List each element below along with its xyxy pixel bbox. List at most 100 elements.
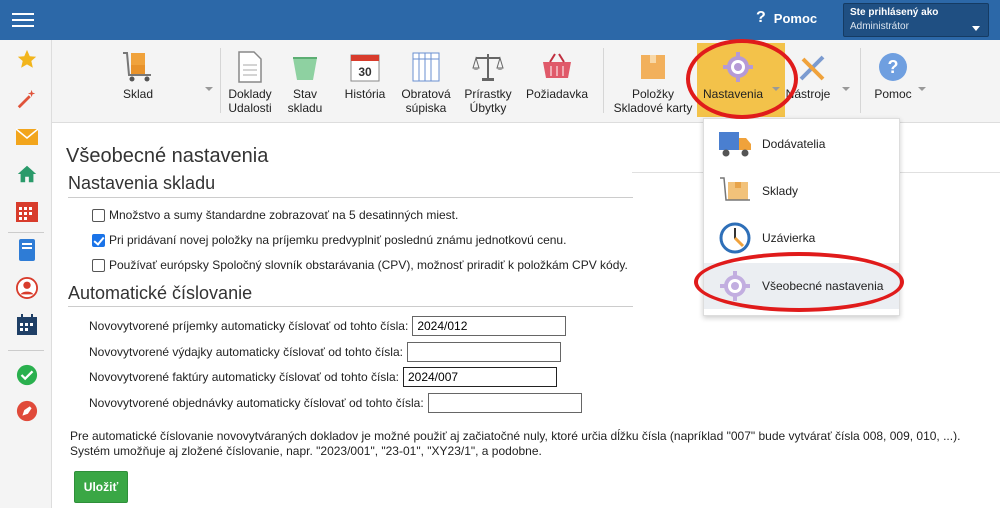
checkbox-row: Používať európsky Spoločný slovník obsta… xyxy=(92,258,628,272)
toolbar-nastavenia[interactable]: Nastavenia xyxy=(703,50,773,101)
numbering-row: Novovytvorené objednávky automaticky čís… xyxy=(89,393,582,413)
decimal-checkbox[interactable] xyxy=(92,208,105,222)
truck-icon xyxy=(718,127,752,161)
dropdown-item-uzavierka[interactable]: Uzávierka xyxy=(704,216,899,260)
checkbox-row: Pri pridávaní novej položky na príjemku … xyxy=(92,233,566,247)
note-line: Pre automatické číslovanie novovytváraný… xyxy=(70,429,961,443)
toolbar-label: Obratová súpiska xyxy=(401,87,451,115)
vydajky-number-input[interactable] xyxy=(406,342,561,362)
cpv-checkbox[interactable] xyxy=(92,258,105,272)
svg-text:?: ? xyxy=(888,57,899,77)
toolbar-historia[interactable]: 30 História xyxy=(342,50,388,101)
toolbar-obratova-supiska[interactable]: Obratová súpiska xyxy=(398,50,454,115)
toolbar-pomoc[interactable]: ? Pomoc xyxy=(870,50,916,101)
toolbar-label: Požiadavka xyxy=(525,87,589,101)
schedule-icon[interactable] xyxy=(16,314,38,336)
chevron-down-icon[interactable] xyxy=(918,87,926,91)
help-icon: ? xyxy=(875,50,911,84)
check-circle-icon[interactable] xyxy=(16,364,38,386)
section-title-cislovanie: Automatické číslovanie xyxy=(68,283,253,303)
box-icon xyxy=(635,50,671,84)
faktury-number-input[interactable] xyxy=(402,367,557,387)
dropdown-label: Všeobecné nastavenia xyxy=(762,279,884,293)
user-name: Administrátor xyxy=(850,21,909,32)
stock-icon xyxy=(287,50,323,84)
document-icon xyxy=(232,50,268,84)
toolbar-polozky[interactable]: Položky Skladové karty xyxy=(608,50,698,115)
numbering-note: Pre automatické číslovanie novovytváraný… xyxy=(70,429,990,459)
numbering-label: Novovytvorené príjemky automaticky číslo… xyxy=(89,319,409,333)
toolbar-poziadavka[interactable]: Požiadavka xyxy=(522,50,592,101)
table-icon xyxy=(408,50,444,84)
gear-icon xyxy=(720,50,756,84)
tools-icon xyxy=(795,50,831,84)
checkbox-label: Používať európsky Spoločný slovník obsta… xyxy=(109,258,628,272)
basket-icon xyxy=(539,50,575,84)
cart-icon xyxy=(120,50,156,84)
home-icon[interactable] xyxy=(16,163,38,185)
mail-icon[interactable] xyxy=(16,126,38,148)
toolbar-nastroje[interactable]: Nástroje xyxy=(785,50,841,101)
magic-wand-icon[interactable] xyxy=(16,88,38,110)
dropdown-item-vseobecne-nastavenia[interactable]: Všeobecné nastavenia xyxy=(704,263,899,309)
pen-circle-icon[interactable] xyxy=(16,400,38,422)
numbering-row: Novovytvorené výdajky automaticky číslov… xyxy=(89,342,561,362)
question-icon: ? xyxy=(756,9,766,26)
user-menu[interactable]: Ste prihlásený ako Administrátor xyxy=(843,3,989,37)
page-title: Všeobecné nastavenia xyxy=(66,145,269,167)
left-sidebar xyxy=(0,40,52,508)
dropdown-item-dodavatelia[interactable]: Dodávatelia xyxy=(704,122,899,166)
save-button[interactable]: Uložiť xyxy=(74,471,128,503)
calendar-grid-icon[interactable] xyxy=(16,201,38,223)
star-icon[interactable] xyxy=(16,48,38,70)
calendar-icon: 30 xyxy=(347,50,383,84)
prijemky-number-input[interactable] xyxy=(412,316,567,336)
toolbar-sklad[interactable]: Sklad xyxy=(118,50,158,101)
calendar-day: 30 xyxy=(358,65,372,79)
hamburger-menu-icon[interactable] xyxy=(12,10,34,28)
chevron-down-icon[interactable] xyxy=(205,87,213,91)
toolbar-label: Prírastky Úbytky xyxy=(464,87,512,115)
toolbar-label: Doklady Udalosti xyxy=(228,87,272,115)
toolbar-label: Sklad xyxy=(122,87,154,101)
user-icon[interactable] xyxy=(16,277,38,299)
toolbar-label: Stav skladu xyxy=(287,87,323,115)
help-link[interactable]: ? Pomoc xyxy=(756,9,817,27)
prefill-price-checkbox[interactable] xyxy=(92,233,105,247)
numbering-row: Novovytvorené príjemky automaticky číslo… xyxy=(89,316,567,336)
warehouse-icon xyxy=(718,174,752,208)
dropdown-label: Dodávatelia xyxy=(762,137,826,151)
clock-icon xyxy=(718,221,752,255)
toolbar-label: História xyxy=(344,87,386,101)
numbering-label: Novovytvorené objednávky automaticky čís… xyxy=(89,396,424,410)
objednavky-number-input[interactable] xyxy=(427,393,582,413)
top-bar: ? Pomoc Ste prihlásený ako Administrátor xyxy=(0,0,1000,40)
help-label: Pomoc xyxy=(773,10,818,26)
toolbar-prirastky-ubytky[interactable]: Prírastky Úbytky xyxy=(460,50,516,115)
book-icon[interactable] xyxy=(16,239,38,261)
toolbar-doklady[interactable]: Doklady Udalosti xyxy=(222,50,278,115)
toolbar-label: Položky Skladové karty xyxy=(613,87,693,115)
user-line1: Ste prihlásený ako xyxy=(850,7,939,18)
dropdown-item-sklady[interactable]: Sklady xyxy=(704,169,899,213)
numbering-row: Novovytvorené faktúry automaticky číslov… xyxy=(89,367,557,387)
checkbox-row: Množstvo a sumy štandardne zobrazovať na… xyxy=(92,208,458,222)
numbering-label: Novovytvorené faktúry automaticky číslov… xyxy=(89,370,399,384)
checkbox-label: Pri pridávaní novej položky na príjemku … xyxy=(109,233,567,247)
toolbar-label: Nástroje xyxy=(785,87,831,101)
settings-dropdown: Dodávatelia Sklady Uzávierka Všeobecné n… xyxy=(703,118,900,316)
toolbar-label: Nastavenia xyxy=(703,87,764,101)
scale-icon xyxy=(470,50,506,84)
note-line: Systém umožňuje aj zložené číslovanie, n… xyxy=(70,444,542,458)
numbering-label: Novovytvorené výdajky automaticky číslov… xyxy=(89,345,403,359)
toolbar-stav-skladu[interactable]: Stav skladu xyxy=(282,50,328,115)
chevron-down-icon xyxy=(972,26,980,31)
gear-icon xyxy=(718,269,752,303)
toolbar-label: Pomoc xyxy=(874,87,912,101)
dropdown-label: Sklady xyxy=(762,184,799,198)
chevron-down-icon[interactable] xyxy=(842,87,850,91)
dropdown-label: Uzávierka xyxy=(762,231,816,245)
checkbox-label: Množstvo a sumy štandardne zobrazovať na… xyxy=(109,208,459,222)
section-title-sklad: Nastavenia skladu xyxy=(68,173,216,193)
chevron-down-icon[interactable] xyxy=(772,87,780,91)
